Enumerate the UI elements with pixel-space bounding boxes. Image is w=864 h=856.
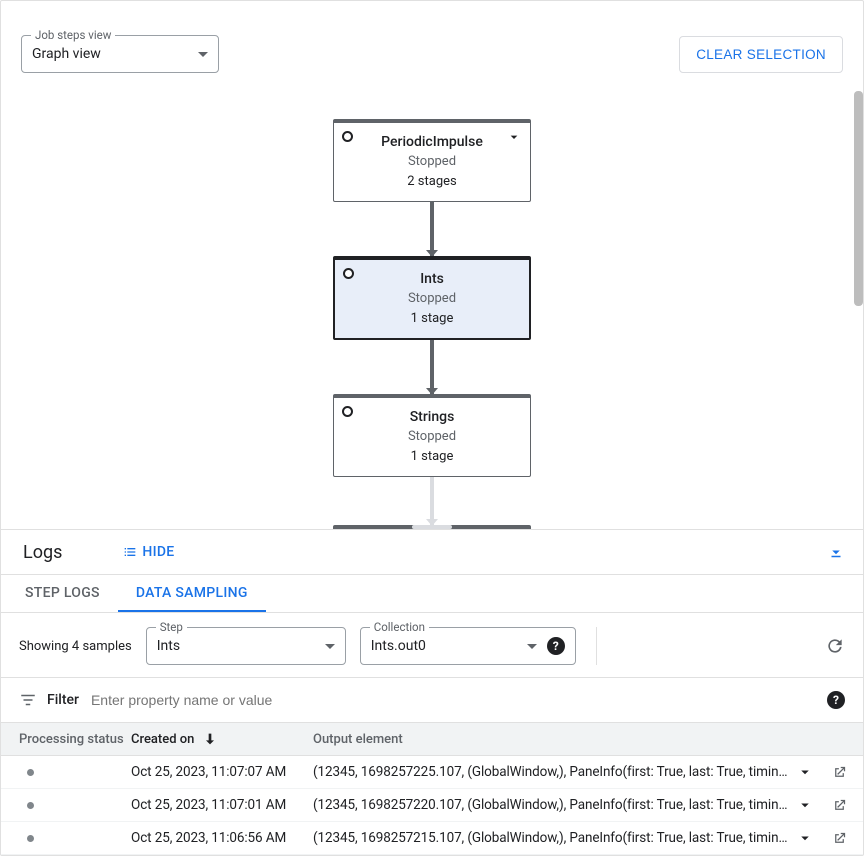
graph-node-strings[interactable]: Strings Stopped 1 stage	[333, 394, 531, 477]
open-external-icon[interactable]	[832, 798, 847, 813]
collection-value: Ints.out0	[371, 638, 426, 654]
clear-selection-button[interactable]: CLEAR SELECTION	[679, 36, 843, 73]
graph-edge	[430, 340, 434, 394]
hide-logs-button[interactable]: HIDE	[122, 544, 174, 560]
open-external-icon[interactable]	[832, 831, 847, 846]
row-status-cell	[19, 802, 131, 809]
logs-tabs: STEP LOGS DATA SAMPLING	[1, 575, 863, 613]
graph-edge	[430, 202, 434, 256]
chevron-down-icon	[325, 644, 335, 649]
row-created-cell: Oct 25, 2023, 11:07:07 AM	[131, 764, 313, 780]
divider	[596, 627, 597, 665]
logs-title: Logs	[23, 542, 62, 563]
row-output-cell: (12345, 1698257225.107, (GlobalWindow,),…	[313, 764, 796, 780]
node-state: Stopped	[340, 153, 524, 171]
graph-node-periodicimpulse[interactable]: PeriodicImpulse Stopped 2 stages	[333, 119, 531, 202]
step-field: Step Ints	[146, 627, 346, 665]
collection-label: Collection	[370, 620, 429, 634]
help-icon[interactable]: ?	[547, 637, 565, 655]
row-status-cell	[19, 769, 131, 776]
job-steps-view-label: Job steps view	[31, 28, 115, 42]
status-stopped-icon	[342, 406, 353, 417]
tab-step-logs[interactable]: STEP LOGS	[7, 575, 118, 612]
page-root: Job steps view Graph view CLEAR SELECTIO…	[0, 0, 864, 856]
expand-row-chevron-down-icon[interactable]	[796, 763, 814, 781]
sampling-controls: Showing 4 samples Step Ints Collection I…	[1, 613, 863, 678]
table-row[interactable]: Oct 25, 2023, 11:07:07 AM(12345, 1698257…	[1, 756, 863, 789]
table-row[interactable]: Oct 25, 2023, 11:06:56 AM(12345, 1698257…	[1, 822, 863, 855]
node-stages: 2 stages	[340, 173, 524, 191]
logs-header: Logs HIDE	[1, 529, 863, 575]
expand-row-chevron-down-icon[interactable]	[796, 796, 814, 814]
open-external-icon[interactable]	[832, 765, 847, 780]
row-output-cell: (12345, 1698257220.107, (GlobalWindow,),…	[313, 797, 796, 813]
node-title: PeriodicImpulse	[340, 133, 524, 151]
sort-desc-icon	[202, 731, 218, 747]
row-actions	[796, 796, 859, 814]
list-icon	[122, 544, 138, 560]
row-actions	[796, 829, 859, 847]
chevron-down-icon	[198, 52, 208, 57]
col-processing-status[interactable]: Processing status	[19, 732, 131, 747]
top-bar: Job steps view Graph view CLEAR SELECTIO…	[1, 1, 863, 91]
col-output-element[interactable]: Output element	[313, 732, 859, 747]
expand-node-chevron-down-icon[interactable]	[506, 129, 522, 145]
hide-label: HIDE	[142, 544, 174, 560]
job-steps-view-field: Job steps view Graph view	[21, 35, 219, 73]
status-dot-icon	[27, 835, 34, 842]
status-stopped-icon	[343, 268, 354, 279]
collapse-panel-icon[interactable]	[827, 543, 845, 561]
status-dot-icon	[27, 802, 34, 809]
col-created-on[interactable]: Created on	[131, 731, 313, 747]
job-steps-view-value: Graph view	[32, 46, 101, 62]
row-created-cell: Oct 25, 2023, 11:06:56 AM	[131, 830, 313, 846]
status-stopped-icon	[342, 131, 353, 142]
refresh-button[interactable]	[825, 636, 845, 656]
panel-resize-handle[interactable]	[412, 525, 452, 529]
expand-row-chevron-down-icon[interactable]	[796, 829, 814, 847]
filter-label: Filter	[47, 692, 79, 708]
table-body: Oct 25, 2023, 11:07:07 AM(12345, 1698257…	[1, 756, 863, 856]
row-actions	[796, 763, 859, 781]
row-output-cell: (12345, 1698257215.107, (GlobalWindow,),…	[313, 830, 796, 846]
filter-input[interactable]	[89, 688, 817, 712]
node-title: Ints	[341, 270, 523, 288]
row-created-cell: Oct 25, 2023, 11:07:01 AM	[131, 797, 313, 813]
step-label: Step	[156, 620, 187, 634]
property-filter-bar: Filter ?	[1, 678, 863, 723]
col-created-label: Created on	[131, 732, 194, 747]
graph-node-ints[interactable]: Ints Stopped 1 stage	[333, 256, 531, 340]
node-state: Stopped	[341, 290, 523, 308]
step-value: Ints	[157, 638, 180, 654]
table-header: Processing status Created on Output elem…	[1, 723, 863, 756]
node-title: Strings	[340, 408, 524, 426]
node-stages: 1 stage	[341, 310, 523, 328]
scrollbar-thumb[interactable]	[854, 91, 863, 306]
help-icon[interactable]: ?	[827, 691, 845, 709]
node-state: Stopped	[340, 428, 524, 446]
table-row[interactable]: Oct 25, 2023, 11:07:01 AM(12345, 1698257…	[1, 789, 863, 822]
graph-edge-faded	[430, 477, 434, 525]
filter-icon	[19, 691, 37, 709]
node-stages: 1 stage	[340, 448, 524, 466]
graph-area[interactable]: PeriodicImpulse Stopped 2 stages Ints St…	[1, 91, 863, 529]
chevron-down-icon	[527, 644, 537, 649]
row-status-cell	[19, 835, 131, 842]
tab-data-sampling[interactable]: DATA SAMPLING	[118, 575, 266, 612]
collection-field: Collection Ints.out0 ?	[360, 627, 576, 665]
status-dot-icon	[27, 769, 34, 776]
graph-column: PeriodicImpulse Stopped 2 stages Ints St…	[332, 119, 532, 529]
sample-count-label: Showing 4 samples	[19, 639, 132, 654]
